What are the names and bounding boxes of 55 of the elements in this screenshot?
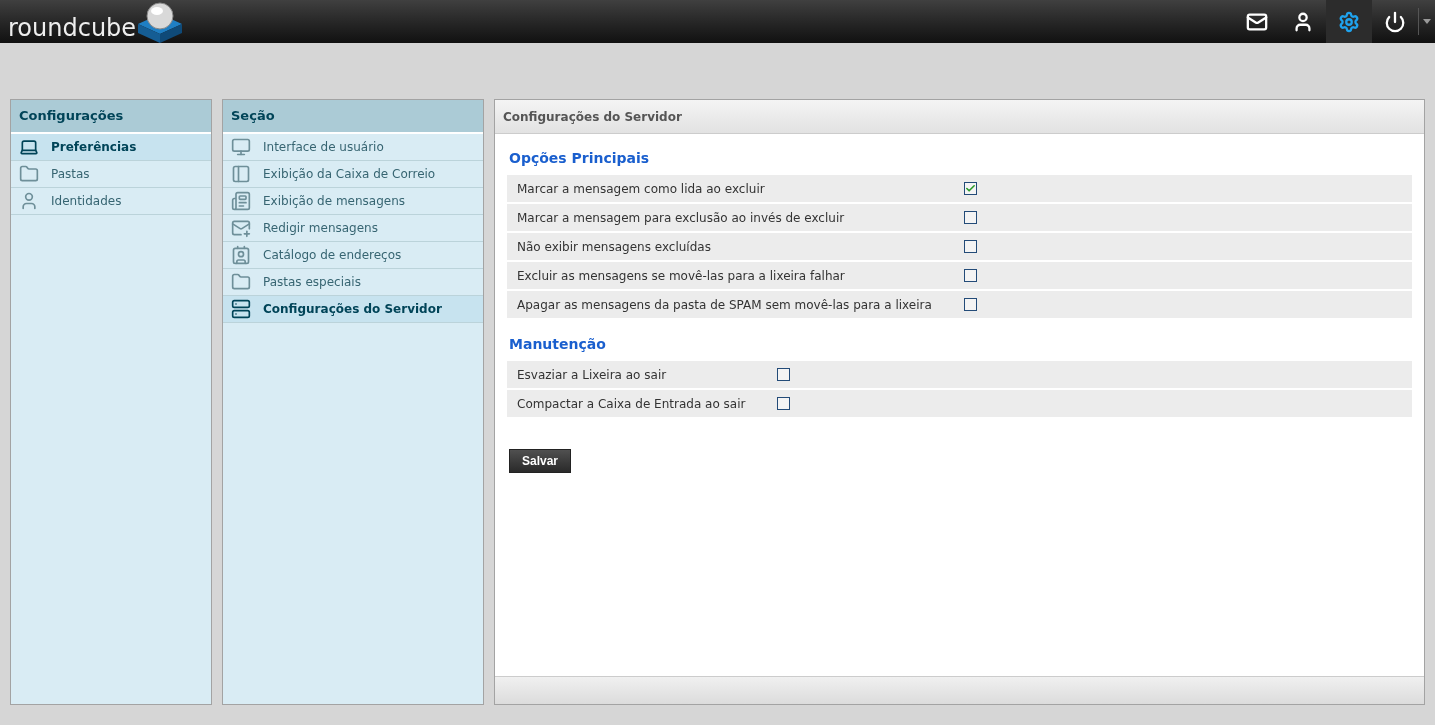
person-icon [1292,10,1314,33]
content-header: Configurações do Servidor [495,100,1424,134]
menu-item-label: Exibição de mensagens [263,193,406,210]
laptop-icon [19,137,39,157]
option-label: Marcar a mensagem para exclusão ao invés de excluir [516,209,846,227]
option-label: Apagar as mensagens da pasta de SPAM sem movê-las para a lixeira [516,296,933,314]
menu-item[interactable]: Exibição de mensagens [223,188,483,215]
folder-icon [231,272,251,292]
panel-header: Configurações [11,100,211,134]
menu-item-label: Preferências [51,139,137,156]
check-icon [964,183,976,194]
panel-header: Seção [223,100,483,134]
settings-icon [1338,10,1360,33]
menu-item[interactable]: Interface de usuário [223,134,483,161]
section-heading: Manutenção [508,335,607,354]
option-label: Esvaziar a Lixeira ao sair [516,366,668,384]
checkbox[interactable] [963,240,977,253]
menu-item[interactable]: Identidades [11,188,211,215]
option-label: Não exibir mensagens excluídas [516,238,712,256]
menu-item[interactable]: Configurações do Servidor [223,296,483,323]
checkbox[interactable] [777,397,791,410]
power-icon [1384,10,1406,33]
list-layout-icon [231,164,251,184]
monitor-icon [231,137,251,157]
menu-item[interactable]: Redigir mensagens [223,215,483,242]
checkbox[interactable] [777,368,791,381]
message-icon [231,191,251,211]
caret-icon [1423,19,1431,24]
menu-item-label: Configurações do Servidor [263,301,442,318]
menu-item-label: Pastas especiais [263,274,361,291]
checkbox[interactable] [963,182,977,195]
menu-item-label: Identidades [51,193,122,210]
logo-text: roundcube [8,15,137,40]
server-icon [231,299,251,319]
option-label: Compactar a Caixa de Entrada ao sair [516,395,747,413]
menu-item-label: Pastas [51,166,90,183]
menu-item-label: Catálogo de endereços [263,247,402,264]
folder-icon [19,164,39,184]
menu-item-label: Redigir mensagens [263,220,378,237]
menu-item[interactable]: Pastas [11,161,211,188]
checkbox[interactable] [963,269,977,282]
menu-item[interactable]: Preferências [11,134,211,161]
menu-item-label: Exibição da Caixa de Correio [263,166,436,183]
menu-item-label: Interface de usuário [263,139,384,156]
address-book-icon [231,245,251,265]
envelope-plus-icon [231,218,251,238]
checkbox[interactable] [963,211,977,224]
menu-item[interactable]: Exibição da Caixa de Correio [223,161,483,188]
option-label: Marcar a mensagem como lida ao excluir [516,180,766,198]
menu-item[interactable]: Catálogo de endereços [223,242,483,269]
section-heading: Opções Principais [508,149,651,168]
checkbox[interactable] [963,298,977,311]
person-icon [19,191,39,211]
option-label: Excluir as mensagens se movê-las para a lixeira falhar [516,267,846,285]
save-button[interactable]: Salvar [509,449,572,473]
